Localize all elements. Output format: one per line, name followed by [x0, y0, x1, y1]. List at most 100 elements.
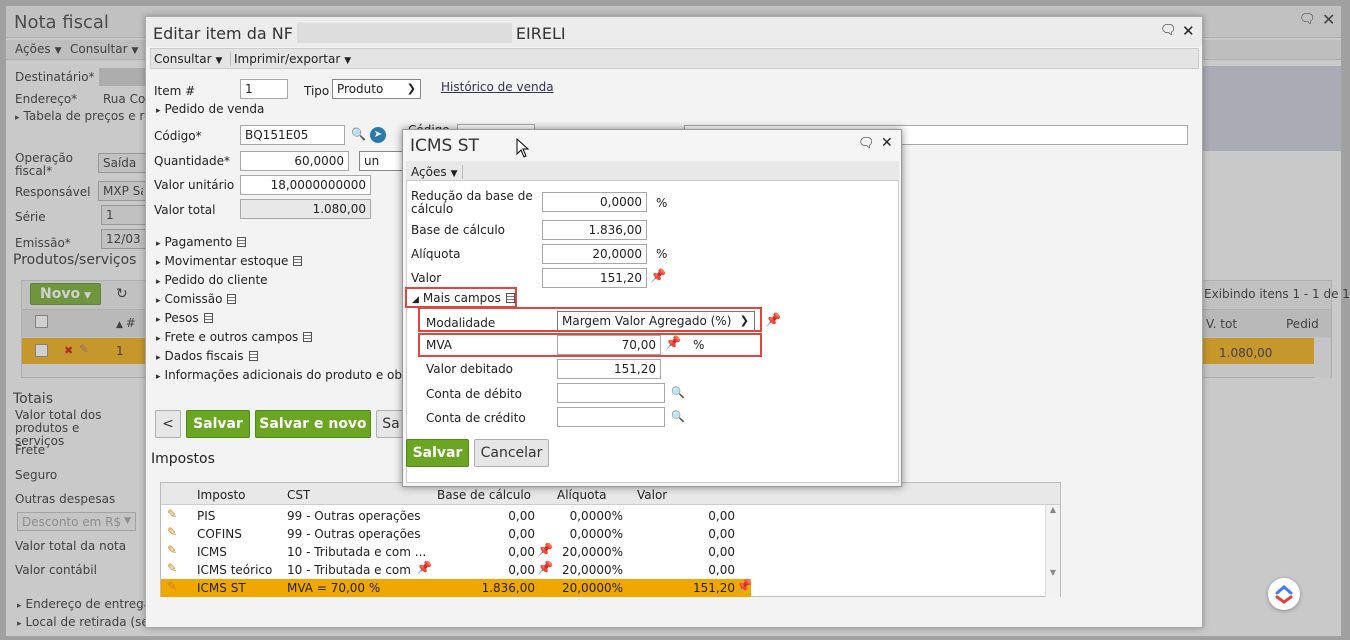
- cell-cst: 10 - Tributada e com ...: [287, 545, 427, 559]
- table-row[interactable]: ✎ PIS 99 - Outras operações 0,00 0,0000%…: [161, 507, 1045, 525]
- conta-credito-field[interactable]: [557, 407, 665, 427]
- impostos-scrollbar[interactable]: ▲ ▼: [1045, 505, 1060, 597]
- cell-imposto: PIS: [197, 509, 216, 523]
- cell-valor: 0,00: [708, 545, 735, 559]
- conta-debito-field[interactable]: [557, 383, 665, 403]
- reducao-field[interactable]: [542, 192, 647, 212]
- dialog-chat-icon[interactable]: 🗨: [858, 136, 875, 151]
- conta-credito-label: Conta de crédito: [426, 411, 526, 425]
- th-base: Base de cálculo: [437, 488, 532, 502]
- pin-icon[interactable]: 📌: [537, 543, 553, 558]
- valor-field[interactable]: [542, 268, 647, 288]
- cell-cst: 99 - Outras operações: [287, 527, 421, 541]
- cell-base: 0,00: [508, 563, 535, 577]
- valor-debitado-label: Valor debitado: [426, 362, 514, 376]
- conta-debito-search-icon[interactable]: 🔍: [671, 386, 685, 399]
- pin-icon[interactable]: 📌: [537, 561, 553, 576]
- dialog-menu-acoes[interactable]: Ações ▼: [411, 165, 463, 179]
- historico-link[interactable]: Histórico de venda: [441, 80, 554, 94]
- pedido-venda[interactable]: ▸ Pedido de venda: [156, 102, 264, 116]
- dialog-salvar-button[interactable]: Salvar: [406, 439, 469, 467]
- section-dados-fiscais[interactable]: ▸ Dados fiscais: [156, 349, 258, 363]
- highlight-mais-campos: [405, 287, 517, 308]
- item-menu-consultar[interactable]: Consultar ▼: [154, 52, 222, 66]
- item-number-label: Item #: [154, 84, 196, 98]
- quantidade-label: Quantidade*: [154, 154, 231, 168]
- cell-valor: 0,00: [708, 563, 735, 577]
- section-pedido-cliente[interactable]: ▸ Pedido do cliente: [156, 273, 268, 287]
- table-row[interactable]: ✎ ICMS teórico 10 - Tributada e com ... …: [161, 561, 1045, 579]
- impostos-table: Imposto CST Base de cálculo Alíquota Val…: [160, 482, 1061, 597]
- cell-aliquota: 20,0000%: [561, 545, 623, 559]
- cell-base: 1.836,00: [481, 581, 535, 595]
- info-icon[interactable]: ➤: [370, 127, 386, 143]
- tipo-select[interactable]: Produto ❯: [332, 79, 421, 99]
- valor-debitado-field[interactable]: [557, 359, 661, 379]
- salvar-novo-button[interactable]: Salvar e novo: [255, 410, 371, 438]
- cell-imposto: COFINS: [197, 527, 242, 541]
- item-window-title: Editar item da NF EIRELI: [153, 23, 566, 43]
- row-edit-icon[interactable]: ✎: [167, 507, 177, 521]
- modalidade-pin-icon[interactable]: 📌: [765, 313, 781, 328]
- base-label: Base de cálculo: [411, 223, 506, 237]
- valor-unitario-field[interactable]: [240, 175, 371, 195]
- cell-aliquota: 20,0000%: [561, 581, 623, 595]
- codigo-field[interactable]: [240, 125, 345, 145]
- conta-debito-label: Conta de débito: [426, 387, 523, 401]
- section-pagamento[interactable]: ▸ Pagamento: [156, 235, 247, 249]
- cell-base: 0,00: [508, 509, 535, 523]
- pin-icon[interactable]: 📌: [736, 579, 752, 594]
- dialog-cancelar-button[interactable]: Cancelar: [474, 439, 549, 467]
- highlight-mva: [418, 333, 762, 357]
- row-edit-icon[interactable]: ✎: [167, 543, 177, 557]
- cell-base: 0,00: [508, 545, 535, 559]
- cell-aliquota: 0,0000%: [569, 527, 623, 541]
- cell-valor: 0,00: [708, 509, 735, 523]
- table-row[interactable]: ✎ ICMS 10 - Tributada e com ... 0,00 📌 2…: [161, 543, 1045, 561]
- valor-unitario-label: Valor unitário: [154, 178, 235, 192]
- row-edit-icon[interactable]: ✎: [167, 579, 177, 593]
- valor-pin-icon[interactable]: 📌: [650, 269, 666, 284]
- valor-label: Valor: [411, 271, 442, 285]
- cell-aliquota: 20,0000%: [561, 563, 623, 577]
- th-aliquota: Alíquota: [557, 488, 607, 502]
- valor-total-label: Valor total: [154, 203, 216, 217]
- quantidade-field[interactable]: [240, 151, 349, 171]
- item-chat-icon[interactable]: 🗨: [1160, 23, 1177, 38]
- icms-st-dialog: ICMS ST 🗨 ✕ Ações ▼ Redução da base de cá…: [402, 129, 902, 487]
- base-field[interactable]: [542, 220, 647, 240]
- item-number-field[interactable]: [240, 79, 288, 99]
- unidade-select[interactable]: un: [359, 151, 404, 171]
- section-comissao[interactable]: ▸ Comissão: [156, 292, 237, 306]
- codigo-label: Código*: [154, 129, 202, 143]
- aliquota-label: Alíquota: [411, 247, 461, 261]
- pin-icon[interactable]: 📌: [416, 561, 432, 576]
- search-icon[interactable]: 🔍: [351, 127, 366, 141]
- aliquota-field[interactable]: [542, 244, 647, 264]
- floating-help-badge[interactable]: [1268, 578, 1300, 610]
- section-pesos[interactable]: ▸ Pesos: [156, 311, 213, 325]
- dialog-title: ICMS ST: [410, 136, 479, 156]
- row-edit-icon[interactable]: ✎: [167, 561, 177, 575]
- table-row-selected[interactable]: ✎ ICMS ST MVA = 70,00 % 1.836,00 20,0000…: [161, 579, 752, 597]
- logo-icon: [1275, 585, 1293, 604]
- cell-valor: 151,20: [693, 581, 735, 595]
- impostos-heading: Impostos: [151, 451, 215, 467]
- row-edit-icon[interactable]: ✎: [167, 525, 177, 539]
- salvar-button[interactable]: Salvar: [186, 410, 250, 438]
- item-menu-imprimir[interactable]: Imprimir/exportar ▼: [230, 52, 351, 66]
- table-row[interactable]: ✎ COFINS 99 - Outras operações 0,00 0,00…: [161, 525, 1045, 543]
- mouse-cursor-icon: [516, 138, 530, 158]
- cell-imposto: ICMS: [197, 545, 227, 559]
- section-estoque[interactable]: ▸ Movimentar estoque: [156, 254, 303, 268]
- cell-aliquota: 0,0000%: [569, 509, 623, 523]
- th-valor: Valor: [637, 488, 668, 502]
- back-button[interactable]: <: [155, 410, 181, 438]
- section-frete[interactable]: ▸ Frete e outros campos: [156, 330, 313, 344]
- section-info-adicionais[interactable]: ▸ Informações adicionais do produto e obs…: [156, 368, 428, 382]
- conta-credito-search-icon[interactable]: 🔍: [671, 410, 685, 423]
- item-close-icon[interactable]: ✕: [1182, 22, 1195, 40]
- cell-imposto: ICMS ST: [197, 581, 246, 595]
- dialog-close-icon[interactable]: ✕: [881, 135, 893, 151]
- th-cst: CST: [287, 488, 311, 502]
